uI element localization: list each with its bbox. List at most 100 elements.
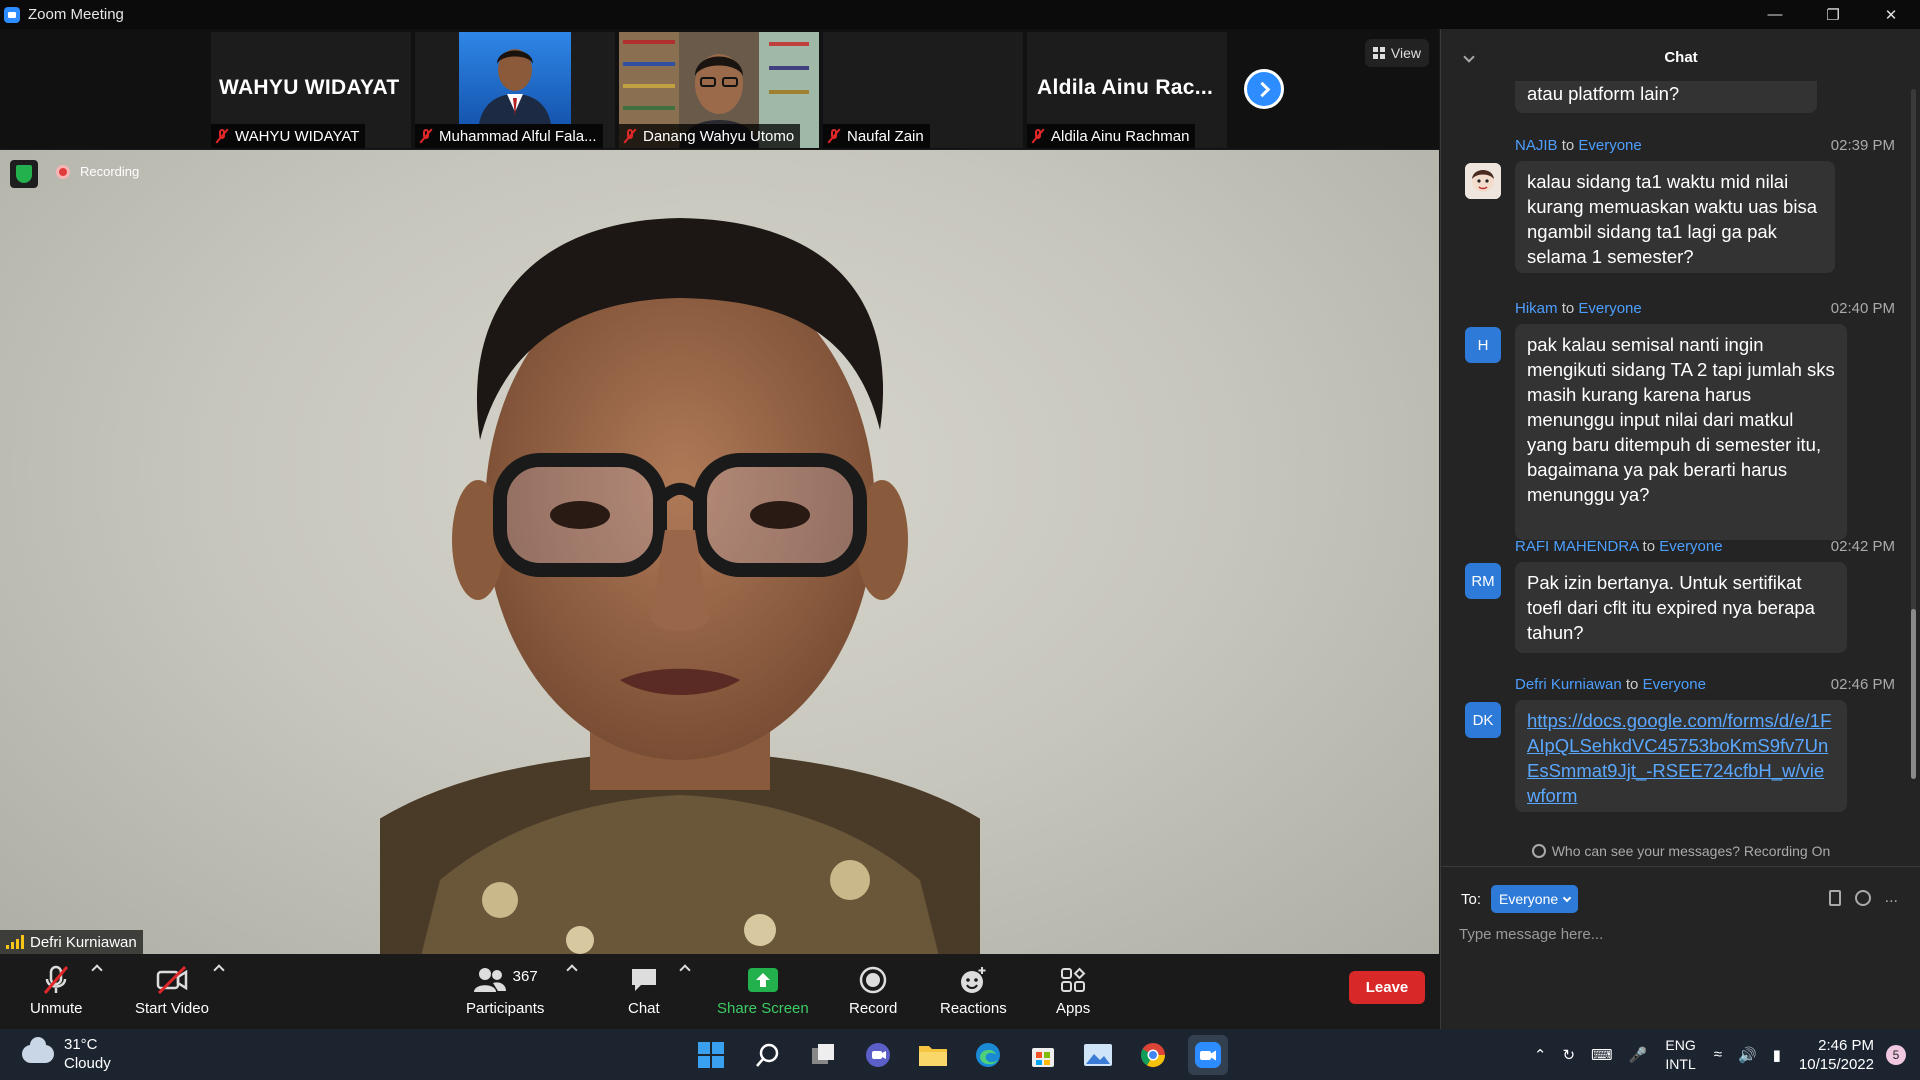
avatar: [1465, 163, 1501, 199]
recipient-dropdown[interactable]: Everyone: [1491, 885, 1579, 913]
title-bar: Zoom Meeting — ❐ ✕: [0, 0, 1920, 29]
participant-label: Naufal Zain: [823, 124, 930, 148]
next-page-button[interactable]: [1244, 69, 1284, 109]
chat-sender[interactable]: Hikam: [1515, 300, 1558, 317]
participants-label: Participants: [466, 1000, 545, 1017]
chat-button[interactable]: Chat: [628, 964, 660, 1017]
windows-taskbar: 31°C Cloudy ⌃ ↻ ⌨ 🎤 ENG INTL ≈ 🔊 ▮ 2:46 …: [0, 1029, 1920, 1080]
record-button[interactable]: Record: [849, 964, 897, 1017]
file-explorer-icon[interactable]: [913, 1035, 953, 1075]
chat-sender[interactable]: NAJIB: [1515, 137, 1558, 154]
system-tray: ⌃ ↻ ⌨ 🎤 ENG INTL ≈ 🔊 ▮ 2:46 PM 10/15/202…: [1526, 1029, 1920, 1080]
participant-tile[interactable]: Muhammad Alful Fala...: [415, 32, 615, 148]
window-controls: — ❐ ✕: [1746, 0, 1920, 29]
reactions-button[interactable]: Reactions: [940, 964, 1007, 1017]
participant-name: Aldila Ainu Rachman: [1051, 127, 1190, 145]
share-screen-label: Share Screen: [717, 1000, 809, 1017]
chrome-browser-icon[interactable]: [1133, 1035, 1173, 1075]
wifi-icon[interactable]: ≈: [1714, 1046, 1722, 1063]
keyboard-icon[interactable]: ⌨: [1591, 1046, 1613, 1064]
active-speaker-video[interactable]: Recording Defri Kurniawan: [0, 150, 1439, 954]
chat-message-header: RAFI MAHENDRA to Everyone 02:42 PM: [1515, 538, 1895, 555]
mic-muted-icon: [827, 128, 841, 144]
task-view-icon[interactable]: [803, 1035, 843, 1075]
chat-scrollbar[interactable]: [1911, 89, 1916, 779]
chat-message-bubble: atau platform lain?: [1515, 81, 1817, 113]
sync-icon[interactable]: ↻: [1562, 1046, 1575, 1064]
chevron-right-icon: [1254, 81, 1270, 97]
avatar: DK: [1465, 702, 1501, 738]
start-button[interactable]: [691, 1035, 731, 1075]
chat-options-caret[interactable]: [679, 964, 691, 976]
clock-date: 10/15/2022: [1798, 1055, 1874, 1073]
view-button[interactable]: View: [1364, 39, 1429, 67]
clock[interactable]: 2:46 PM 10/15/2022: [1799, 1036, 1874, 1074]
video-options-caret[interactable]: [213, 964, 225, 976]
participant-display-name: Aldila Ainu Rac...: [1037, 76, 1214, 99]
avatar: H: [1465, 327, 1501, 363]
unmute-button[interactable]: Unmute: [30, 964, 83, 1017]
participants-button[interactable]: 367 Participants: [466, 964, 545, 1018]
weather-widget[interactable]: 31°C Cloudy: [22, 1035, 111, 1073]
more-options-icon[interactable]: ...: [1885, 889, 1898, 907]
participant-tile[interactable]: WAHYU WIDAYAT WAHYU WIDAYAT: [211, 32, 411, 148]
chat-sender[interactable]: Defri Kurniawan: [1515, 676, 1622, 693]
restore-button[interactable]: ❐: [1804, 0, 1862, 29]
share-screen-button[interactable]: Share Screen: [717, 964, 809, 1017]
chat-time: 02:39 PM: [1830, 137, 1895, 154]
recipient-row: To: Everyone: [1461, 885, 1579, 913]
window-title: Zoom Meeting: [28, 6, 124, 23]
edge-browser-icon[interactable]: [968, 1035, 1008, 1075]
chat-message-link[interactable]: https://docs.google.com/forms/d/e/1FAIpQ…: [1527, 710, 1831, 806]
apps-button[interactable]: Apps: [1056, 964, 1090, 1017]
participant-name: Naufal Zain: [847, 127, 924, 145]
teams-chat-icon[interactable]: [858, 1035, 898, 1075]
participant-name: WAHYU WIDAYAT: [235, 127, 360, 145]
microphone-icon[interactable]: 🎤: [1629, 1046, 1648, 1064]
battery-icon[interactable]: ▮: [1773, 1046, 1781, 1064]
privacy-text: Who can see your messages? Recording On: [1551, 842, 1831, 859]
cloud-icon: [22, 1037, 54, 1063]
leave-button[interactable]: Leave: [1349, 971, 1425, 1004]
weather-condition: Cloudy: [64, 1055, 111, 1072]
recording-indicator[interactable]: Recording: [56, 164, 139, 179]
participant-tile[interactable]: Aldila Ainu Rac... Aldila Ainu Rachman: [1027, 32, 1227, 148]
chat-message-header: Defri Kurniawan to Everyone 02:46 PM: [1515, 676, 1895, 693]
participant-tile[interactable]: Danang Wahyu Utomo: [619, 32, 819, 148]
chat-message-header: NAJIB to Everyone 02:39 PM: [1515, 137, 1895, 154]
grid-icon: [1372, 47, 1385, 59]
chat-tools: ...: [1828, 889, 1898, 907]
notification-badge[interactable]: 5: [1886, 1044, 1906, 1065]
chat-sender[interactable]: RAFI MAHENDRA: [1515, 538, 1638, 555]
chat-time: 02:46 PM: [1830, 676, 1895, 693]
chevron-up-icon[interactable]: ⌃: [1534, 1046, 1547, 1064]
chat-message-input[interactable]: [1459, 919, 1899, 949]
mic-muted-icon: [215, 128, 229, 144]
minimize-button[interactable]: —: [1746, 0, 1804, 29]
encryption-shield-icon[interactable]: [10, 160, 38, 188]
file-icon[interactable]: [1828, 890, 1841, 906]
microsoft-store-icon[interactable]: [1023, 1035, 1063, 1075]
audio-options-caret[interactable]: [91, 964, 103, 976]
participant-label: Aldila Ainu Rachman: [1027, 124, 1196, 148]
meeting-area: WAHYU WIDAYAT WAHYU WIDAYAT Muhammad Alf…: [0, 29, 1439, 1029]
emoji-icon[interactable]: [1854, 890, 1871, 906]
photos-icon[interactable]: [1078, 1035, 1118, 1075]
apps-label: Apps: [1056, 1000, 1091, 1017]
volume-icon[interactable]: 🔊: [1738, 1046, 1757, 1064]
language-indicator[interactable]: ENG INTL: [1665, 1036, 1695, 1074]
chevron-down-icon[interactable]: [1463, 51, 1475, 63]
close-button[interactable]: ✕: [1862, 0, 1920, 29]
participant-label: WAHYU WIDAYAT: [211, 124, 366, 148]
start-video-button[interactable]: Start Video: [135, 964, 209, 1017]
zoom-app-icon[interactable]: [1188, 1035, 1228, 1075]
participant-tile[interactable]: Naufal Zain: [823, 32, 1023, 148]
participants-options-caret[interactable]: [566, 964, 578, 976]
chat-time: 02:40 PM: [1830, 300, 1895, 317]
chat-header: Chat: [1441, 29, 1920, 85]
chat-privacy-notice[interactable]: Who can see your messages? Recording On: [1441, 835, 1920, 867]
view-label: View: [1390, 45, 1421, 61]
user-eye-icon: [1531, 843, 1546, 858]
speaker-image: [380, 218, 980, 954]
search-icon[interactable]: [748, 1035, 788, 1075]
